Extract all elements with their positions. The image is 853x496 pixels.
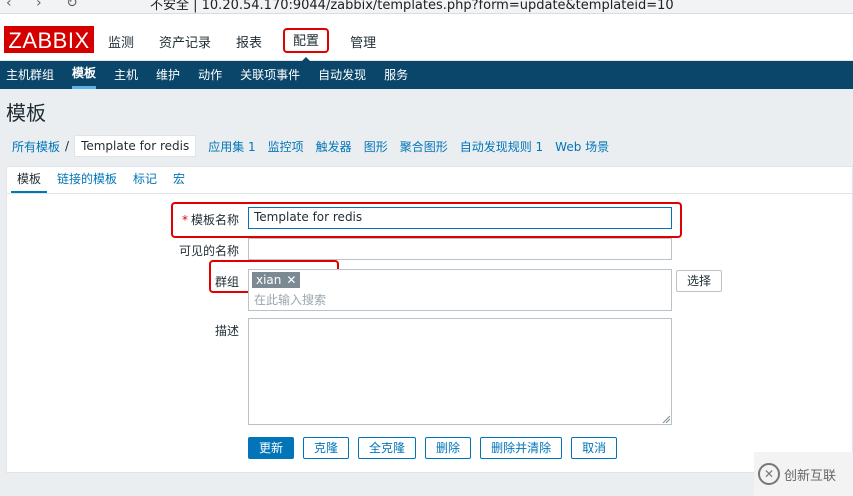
form-tabs: 模板 链接的模板 标记 宏 bbox=[7, 167, 852, 194]
link-triggers[interactable]: 触发器 bbox=[316, 138, 352, 155]
subnav-actions[interactable]: 动作 bbox=[198, 61, 222, 89]
visible-name-label: 可见的名称 bbox=[178, 244, 239, 258]
tab-macros[interactable]: 宏 bbox=[167, 167, 191, 193]
form-buttons: 更新 克隆 全克隆 删除 删除并清除 取消 bbox=[248, 437, 626, 459]
link-applications[interactable]: 应用集 1 bbox=[208, 138, 255, 155]
clone-button[interactable]: 克隆 bbox=[303, 437, 350, 459]
template-form-panel: 模板 链接的模板 标记 宏 * 模板名称 Template for redis 可… bbox=[6, 166, 853, 473]
subnav-services[interactable]: 服务 bbox=[384, 61, 408, 89]
link-screens[interactable]: 聚合图形 bbox=[400, 138, 448, 155]
group-chip-label: xian bbox=[256, 273, 282, 287]
main-menu-reports[interactable]: 报表 bbox=[232, 30, 266, 53]
watermark-text: 创新互联 bbox=[784, 468, 837, 484]
breadcrumb-separator: / bbox=[65, 139, 70, 153]
description-textarea[interactable] bbox=[248, 318, 672, 425]
top-navigation: ZABBIX 监测 资产记录 报表 配置 管理 bbox=[0, 14, 853, 63]
breadcrumb-all-templates[interactable]: 所有模板 bbox=[12, 138, 60, 155]
chuangxin-logo-icon: ✕ bbox=[758, 463, 780, 485]
tab-linked-templates[interactable]: 链接的模板 bbox=[51, 167, 123, 193]
main-menu: 监测 资产记录 报表 配置 管理 bbox=[104, 28, 397, 63]
main-menu-configuration[interactable]: 配置 bbox=[283, 28, 330, 63]
zabbix-logo[interactable]: ZABBIX bbox=[4, 26, 94, 53]
visible-name-input[interactable] bbox=[248, 238, 672, 260]
browser-url[interactable]: 不安全 | 10.20.54.170:9044/zabbix/templates… bbox=[150, 0, 674, 13]
main-menu-monitoring[interactable]: 监测 bbox=[104, 30, 138, 53]
template-name-input[interactable]: Template for redis bbox=[248, 207, 672, 229]
link-graphs[interactable]: 图形 bbox=[364, 138, 388, 155]
template-name-label: * 模板名称 bbox=[119, 211, 239, 228]
browser-toolbar: ‹ › ↻ 不安全 | 10.20.54.170:9044/zabbix/tem… bbox=[0, 0, 853, 14]
delete-and-clear-button[interactable]: 删除并清除 bbox=[480, 437, 563, 459]
subnav-event-correlation[interactable]: 关联项事件 bbox=[240, 61, 300, 89]
subnav-templates[interactable]: 模板 bbox=[72, 61, 97, 89]
link-discovery-rules[interactable]: 自动发现规则 1 bbox=[460, 138, 543, 155]
breadcrumb-current: Template for redis bbox=[74, 135, 197, 157]
description-label: 描述 bbox=[214, 324, 239, 338]
subnav-hosts[interactable]: 主机 bbox=[114, 61, 138, 89]
main-menu-inventory[interactable]: 资产记录 bbox=[155, 30, 215, 53]
tab-tags[interactable]: 标记 bbox=[127, 167, 163, 193]
delete-button[interactable]: 删除 bbox=[425, 437, 472, 459]
update-button[interactable]: 更新 bbox=[248, 437, 295, 459]
required-mark: * bbox=[181, 213, 188, 227]
groups-search-placeholder[interactable]: 在此输入搜索 bbox=[254, 291, 326, 308]
full-clone-button[interactable]: 全克隆 bbox=[358, 437, 417, 459]
sub-navigation: 主机群组 模板 主机 维护 动作 关联项事件 自动发现 服务 bbox=[0, 61, 853, 89]
subnav-maintenance[interactable]: 维护 bbox=[156, 61, 180, 89]
group-chip-xian: xian ✕ bbox=[252, 272, 301, 288]
page-title: 模板 bbox=[6, 101, 46, 125]
subnav-host-groups[interactable]: 主机群组 bbox=[6, 61, 54, 89]
watermark: ✕ 创新互联 bbox=[754, 452, 853, 496]
template-linkbar: 所有模板 / Template for redis 应用集 1 监控项 触发器 … bbox=[6, 133, 609, 159]
subnav-discovery[interactable]: 自动发现 bbox=[318, 61, 366, 89]
browser-nav-icons[interactable]: ‹ › ↻ bbox=[6, 0, 88, 11]
select-button[interactable]: 选择 bbox=[676, 270, 722, 292]
template-name-label-text: 模板名称 bbox=[190, 213, 239, 227]
resize-handle-icon[interactable] bbox=[662, 415, 670, 423]
close-icon[interactable]: ✕ bbox=[286, 273, 296, 287]
link-items[interactable]: 监控项 bbox=[268, 138, 304, 155]
link-web-scenarios[interactable]: Web 场景 bbox=[555, 138, 609, 155]
main-menu-administration[interactable]: 管理 bbox=[346, 30, 380, 53]
tab-template[interactable]: 模板 bbox=[11, 167, 48, 193]
cancel-button[interactable]: 取消 bbox=[571, 437, 618, 459]
groups-label: 群组 bbox=[214, 275, 239, 289]
